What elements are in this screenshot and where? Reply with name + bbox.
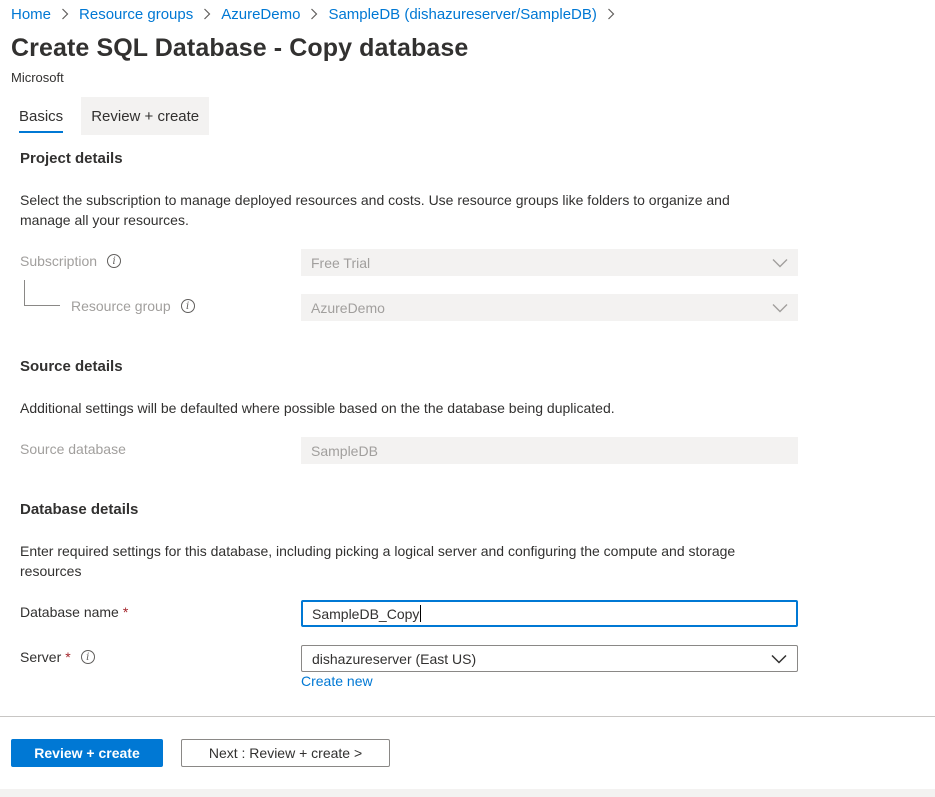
breadcrumb-resource-groups[interactable]: Resource groups: [79, 6, 193, 23]
database-details-heading: Database details: [20, 501, 139, 518]
text-cursor: [420, 605, 422, 622]
info-icon[interactable]: i: [107, 254, 122, 268]
source-database-field: SampleDB: [301, 437, 798, 464]
resource-group-label: Resource group i: [71, 298, 195, 314]
create-new-server-link[interactable]: Create new: [301, 673, 373, 689]
server-dropdown[interactable]: dishazureserver (East US): [301, 645, 798, 672]
chevron-right-icon: [193, 8, 221, 20]
tab-bar: Basics Review + create: [11, 97, 210, 135]
chevron-down-icon: [772, 258, 788, 267]
source-database-value: SampleDB: [311, 442, 378, 459]
database-name-input[interactable]: SampleDB_Copy: [301, 600, 798, 627]
chevron-right-icon: [300, 8, 328, 20]
server-value: dishazureserver (East US): [312, 650, 477, 667]
subscription-value: Free Trial: [311, 254, 371, 271]
server-label: Server * i: [20, 649, 95, 665]
tab-review-create[interactable]: Review + create: [81, 97, 210, 135]
source-details-description: Additional settings will be defaulted wh…: [20, 400, 615, 416]
chevron-down-icon: [772, 303, 788, 312]
required-marker: *: [122, 604, 129, 620]
resource-group-label-text: Resource group: [71, 298, 171, 314]
tree-connector: [24, 280, 60, 306]
breadcrumb-home[interactable]: Home: [11, 6, 51, 23]
resource-group-dropdown[interactable]: AzureDemo: [301, 294, 798, 321]
publisher-label: Microsoft: [11, 70, 64, 85]
tab-basics[interactable]: Basics: [11, 97, 71, 135]
project-details-description: Select the subscription to manage deploy…: [20, 192, 730, 228]
info-icon[interactable]: i: [80, 650, 95, 664]
source-details-heading: Source details: [20, 358, 123, 375]
chevron-right-icon: [597, 8, 625, 20]
info-icon[interactable]: i: [180, 299, 195, 313]
breadcrumb: Home Resource groups AzureDemo SampleDB …: [11, 4, 625, 24]
project-details-heading: Project details: [20, 150, 123, 167]
source-database-label: Source database: [20, 441, 126, 457]
breadcrumb-sampledb[interactable]: SampleDB (dishazureserver/SampleDB): [328, 6, 596, 23]
footer-divider: [0, 716, 935, 717]
subscription-label: Subscription i: [20, 253, 122, 269]
database-name-value: SampleDB_Copy: [312, 605, 420, 622]
breadcrumb-azuredemo[interactable]: AzureDemo: [221, 6, 300, 23]
subscription-dropdown[interactable]: Free Trial: [301, 249, 798, 276]
page-title: Create SQL Database - Copy database: [11, 34, 469, 62]
chevron-right-icon: [51, 8, 79, 20]
bottom-strip: [0, 789, 935, 797]
database-name-label: Database name *: [20, 604, 128, 620]
next-review-create-button[interactable]: Next : Review + create >: [181, 739, 390, 767]
source-database-label-text: Source database: [20, 441, 126, 457]
server-label-text: Server: [20, 649, 62, 665]
database-details-description: Enter required settings for this databas…: [20, 543, 736, 579]
review-create-button[interactable]: Review + create: [11, 739, 163, 767]
resource-group-value: AzureDemo: [311, 299, 385, 316]
subscription-label-text: Subscription: [20, 253, 98, 269]
chevron-down-icon: [771, 654, 787, 664]
database-name-label-text: Database name: [20, 604, 119, 620]
required-marker: *: [65, 649, 71, 665]
